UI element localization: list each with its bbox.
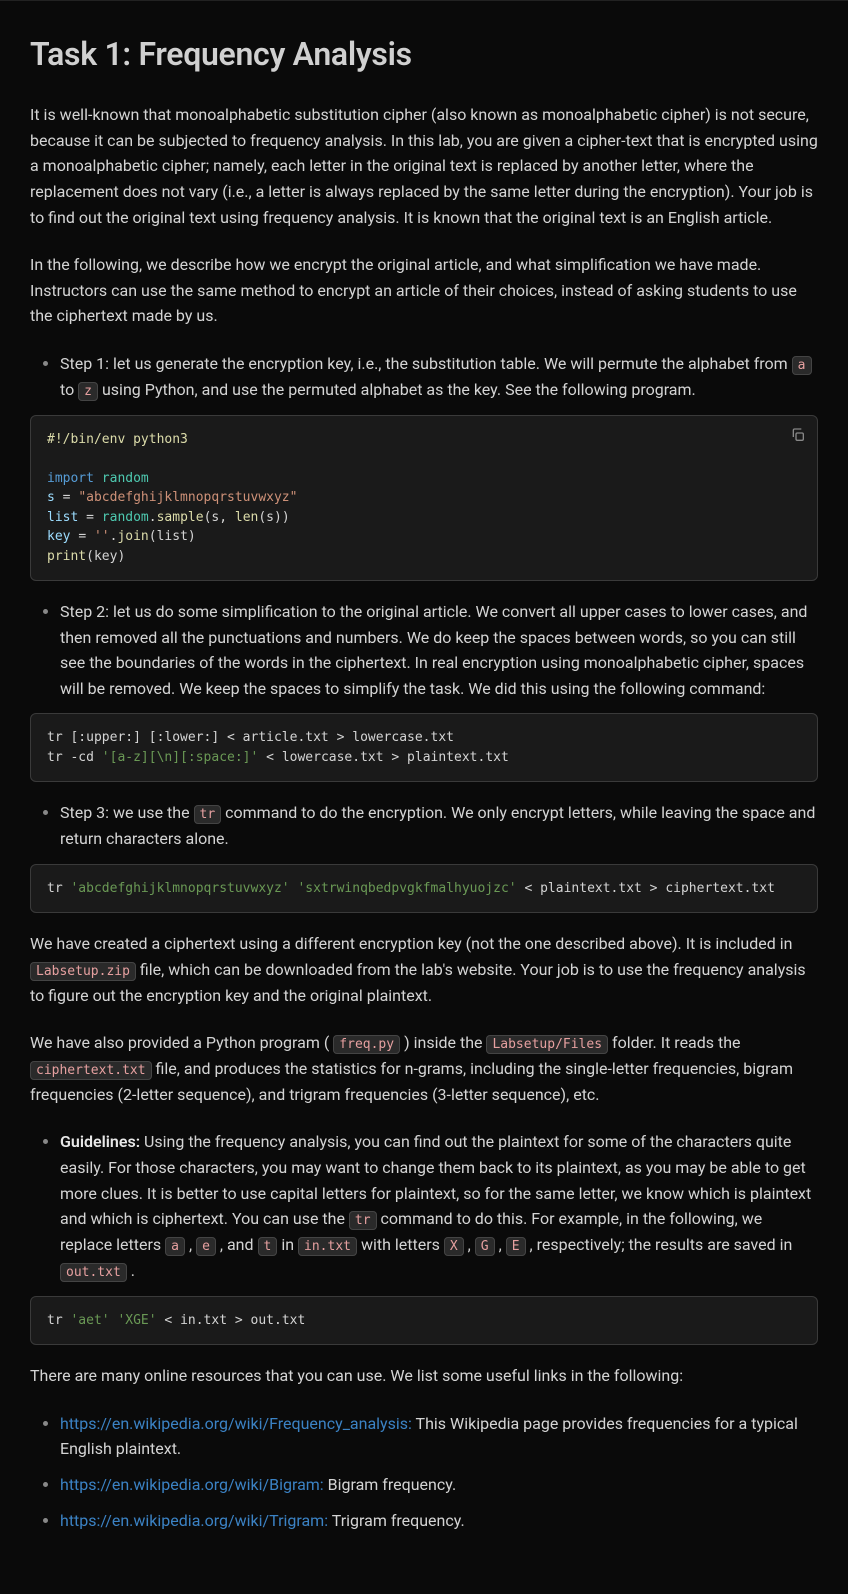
steps-list-3: Step 3: we use the tr command to do the … [30, 800, 818, 851]
inline-code-labfiles: Labsetup/Files [486, 1035, 608, 1054]
code-str-empty: '' [94, 529, 110, 544]
code-str-alpha: "abcdefghijklmnopqrstuvwxyz" [78, 490, 297, 505]
code-kw-import: import [47, 471, 94, 486]
code-dot: . [149, 510, 157, 525]
link-desc: Bigram frequency. [324, 1475, 457, 1494]
links-list: https://en.wikipedia.org/wiki/Frequency_… [30, 1411, 818, 1533]
p4-b: ) inside the [400, 1033, 486, 1052]
p4-a: We have also provided a Python program ( [30, 1033, 333, 1052]
inline-code-ct: t [258, 1237, 278, 1256]
page-container: Task 1: Frequency Analysis It is well-kn… [0, 0, 848, 1585]
step-1: Step 1: let us generate the encryption k… [60, 351, 818, 403]
inline-code-in: in.txt [298, 1237, 357, 1256]
paragraph-labsetup: We have created a ciphertext using a dif… [30, 931, 818, 1008]
link-desc: Trigram frequency. [328, 1511, 465, 1530]
inline-code-tr: tr [194, 805, 222, 824]
code-args: (key) [86, 549, 125, 564]
inline-code-out: out.txt [60, 1263, 127, 1282]
link-freq-analysis[interactable]: https://en.wikipedia.org/wiki/Frequency_… [60, 1414, 412, 1433]
inline-code-ca: a [165, 1237, 185, 1256]
inline-code-ciphertxt: ciphertext.txt [30, 1061, 152, 1080]
inline-code-a: a [792, 356, 812, 375]
code-fn-print: print [47, 549, 86, 564]
p3-b: file, which can be downloaded from the l… [30, 960, 806, 1005]
g-c: in [277, 1235, 298, 1254]
code-s2: 'XGE' [117, 1313, 156, 1328]
guidelines-list: Guidelines: Using the frequency analysis… [30, 1129, 818, 1283]
g-e: , respectively; the results are saved in [526, 1235, 793, 1254]
code-fn-sample: sample [157, 510, 204, 525]
code-args: (s, [204, 510, 235, 525]
paragraph-freqpy: We have also provided a Python program (… [30, 1030, 818, 1107]
code-rest: < in.txt > out.txt [157, 1313, 306, 1328]
code-fn-join: join [117, 529, 148, 544]
step-3: Step 3: we use the tr command to do the … [60, 800, 818, 851]
code-block-tr-replace: tr 'aet' 'XGE' < in.txt > out.txt [30, 1296, 818, 1346]
steps-list-2: Step 2: let us do some simplification to… [30, 599, 818, 701]
inline-code-z: z [78, 382, 98, 401]
g-d: with letters [357, 1235, 444, 1254]
intro-paragraph-2: In the following, we describe how we enc… [30, 252, 818, 329]
code-block-tr-encrypt: tr 'abcdefghijklmnopqrstuvwxyz' 'sxtrwin… [30, 864, 818, 914]
code-rest: < plaintext.txt > ciphertext.txt [517, 881, 775, 896]
code-str1: 'abcdefghijklmnopqrstuvwxyz' [70, 881, 289, 896]
code-str2: 'sxtrwinqbedpvgkfmalhyuojzc' [297, 881, 516, 896]
inline-code-labsetup: Labsetup.zip [30, 962, 136, 981]
code-block-tr-clean: tr [:upper:] [:lower:] < article.txt > l… [30, 713, 818, 782]
code-cmd: tr [47, 1313, 70, 1328]
step-1-text-mid: to [60, 380, 78, 399]
code-op: = [63, 490, 79, 505]
g-c3: , [464, 1235, 475, 1254]
code-s1: 'aet' [70, 1313, 109, 1328]
list-item: https://en.wikipedia.org/wiki/Bigram: Bi… [60, 1472, 818, 1498]
code-args2: (s)) [258, 510, 289, 525]
code-line-b: < lowercase.txt > plaintext.txt [258, 750, 508, 765]
code-shebang: #!/bin/env python3 [47, 432, 188, 447]
code-var-key: key [47, 529, 78, 544]
p3-a: We have created a ciphertext using a dif… [30, 934, 792, 953]
code-var-s: s [47, 490, 63, 505]
code-str: '[a-z][\n][:space:]' [102, 750, 259, 765]
steps-list-1: Step 1: let us generate the encryption k… [30, 351, 818, 403]
g-f: . [127, 1261, 135, 1280]
link-trigram[interactable]: https://en.wikipedia.org/wiki/Trigram: [60, 1511, 328, 1530]
list-item: https://en.wikipedia.org/wiki/Trigram: T… [60, 1508, 818, 1534]
inline-code-cG: G [475, 1237, 495, 1256]
code-line-a: tr -cd [47, 750, 102, 765]
code-cmd: tr [47, 881, 70, 896]
inline-code-cE: E [506, 1237, 526, 1256]
g-c4: , [495, 1235, 506, 1254]
guidelines-label: Guidelines: [60, 1132, 140, 1151]
inline-code-freqpy: freq.py [333, 1035, 400, 1054]
page-title: Task 1: Frequency Analysis [30, 29, 818, 80]
inline-code-tr2: tr [349, 1211, 377, 1230]
code-mod: random [102, 510, 149, 525]
step-3-text-a: Step 3: we use the [60, 803, 194, 822]
code-mod-random: random [94, 471, 149, 486]
step-1-text-a: Step 1: let us generate the encryption k… [60, 354, 792, 373]
inline-code-ce: e [196, 1237, 216, 1256]
intro-paragraph-1: It is well-known that monoalphabetic sub… [30, 102, 818, 230]
code-line: tr [:upper:] [:lower:] < article.txt > l… [47, 730, 454, 745]
link-bigram[interactable]: https://en.wikipedia.org/wiki/Bigram: [60, 1475, 324, 1494]
code-var-list: list [47, 510, 86, 525]
inline-code-cX: X [444, 1237, 464, 1256]
g-c1: , [185, 1235, 196, 1254]
guidelines-item: Guidelines: Using the frequency analysis… [60, 1129, 818, 1283]
copy-icon[interactable] [787, 424, 809, 446]
g-c2: , and [216, 1235, 258, 1254]
resources-paragraph: There are many online resources that you… [30, 1363, 818, 1389]
code-args: (list) [149, 529, 196, 544]
code-op: = [78, 529, 94, 544]
p4-c: folder. It reads the [608, 1033, 741, 1052]
code-fn-len: len [235, 510, 258, 525]
step-1-text-b: using Python, and use the permuted alpha… [98, 380, 696, 399]
list-item: https://en.wikipedia.org/wiki/Frequency_… [60, 1411, 818, 1462]
step-2: Step 2: let us do some simplification to… [60, 599, 818, 701]
code-block-python: #!/bin/env python3 import random s = "ab… [30, 415, 818, 582]
code-op: = [86, 510, 102, 525]
